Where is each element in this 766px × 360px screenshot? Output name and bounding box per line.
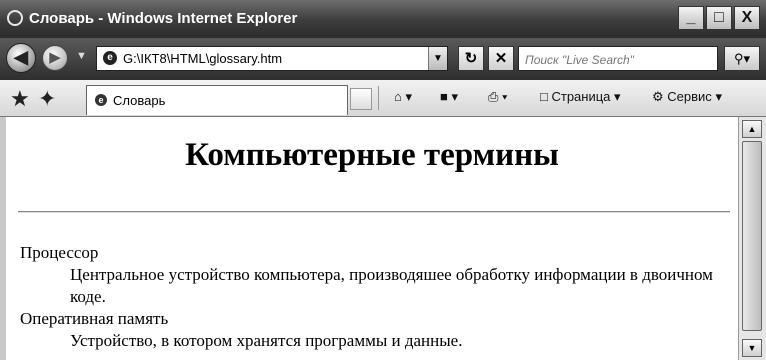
page-heading: Компьютерные термины <box>185 137 559 173</box>
title-bar: Словарь - Windows Internet Explorer _ □ … <box>0 0 766 38</box>
page-content: Компьютерные термины Процессор Центральн… <box>0 117 738 360</box>
navigation-bar: ◀ ▶ ▼ e G:\ІКТ8\HTML\glossary.htm ▼ ↻ ✕ … <box>0 38 766 80</box>
search-button[interactable]: ⚲▾ <box>724 46 760 71</box>
back-button[interactable]: ◀ <box>6 43 36 73</box>
favorites-star-icon[interactable]: ★ <box>10 86 30 112</box>
ie-logo-icon <box>7 10 23 26</box>
recent-pages-dropdown[interactable]: ▼ <box>76 50 87 62</box>
search-input[interactable] <box>523 48 717 71</box>
page-menu[interactable]: □ Страница ▾ <box>540 89 621 105</box>
tab-glossary[interactable]: e Словарь <box>86 85 348 115</box>
tools-menu-label: Сервис <box>667 89 712 104</box>
forward-button[interactable]: ▶ <box>42 45 68 71</box>
close-button[interactable]: X <box>734 6 760 30</box>
minimize-button[interactable]: _ <box>678 6 704 30</box>
chevron-down-icon: ▾ <box>715 89 722 104</box>
address-url[interactable]: G:\ІКТ8\HTML\glossary.htm <box>123 51 282 66</box>
vertical-scrollbar[interactable]: ▲ ▼ <box>738 117 766 360</box>
address-bar[interactable]: e G:\ІКТ8\HTML\glossary.htm ▼ <box>96 46 448 71</box>
horizontal-rule <box>18 211 730 213</box>
scroll-thumb[interactable] <box>742 141 762 331</box>
add-favorites-icon[interactable]: ✦ <box>38 86 56 112</box>
gear-icon: ⚙ <box>652 89 664 104</box>
term: Оперативная память <box>20 309 169 328</box>
address-dropdown-button[interactable]: ▼ <box>428 47 447 70</box>
scroll-up-button[interactable]: ▲ <box>742 120 762 138</box>
tab-page-icon: e <box>95 94 107 106</box>
home-icon[interactable]: ⌂ ▾ <box>394 89 412 105</box>
window-title: Словарь - Windows Internet Explorer <box>29 10 298 27</box>
new-tab-button[interactable] <box>350 88 372 110</box>
feeds-icon[interactable]: ■ ▾ <box>440 89 458 105</box>
print-icon[interactable]: ⎙ ▾ <box>488 89 507 105</box>
chevron-down-icon: ▾ <box>614 89 621 104</box>
window-controls: _ □ X <box>678 6 760 30</box>
page-icon: e <box>103 51 117 65</box>
toolbar-divider <box>378 86 379 110</box>
command-bar: ★ ✦ e Словарь ⌂ ▾ ■ ▾ ⎙ ▾ □ Страница ▾ ⚙… <box>0 80 766 117</box>
page-menu-label: Страница <box>551 89 611 104</box>
glossary-list: Процессор Центральное устройство компьют… <box>20 242 730 352</box>
search-box[interactable] <box>518 46 718 71</box>
maximize-button[interactable]: □ <box>706 6 732 30</box>
refresh-button[interactable]: ↻ <box>458 46 484 71</box>
scroll-down-button[interactable]: ▼ <box>742 339 762 357</box>
page-menu-icon: □ <box>540 89 548 104</box>
term: Процессор <box>20 243 99 262</box>
tab-label: Словарь <box>113 93 166 108</box>
tools-menu[interactable]: ⚙ Сервис ▾ <box>652 89 722 105</box>
definition: Центральное устройство компьютера, произ… <box>70 265 713 306</box>
stop-button[interactable]: ✕ <box>488 46 514 71</box>
definition: Устройство, в котором хранятся программы… <box>70 331 463 350</box>
